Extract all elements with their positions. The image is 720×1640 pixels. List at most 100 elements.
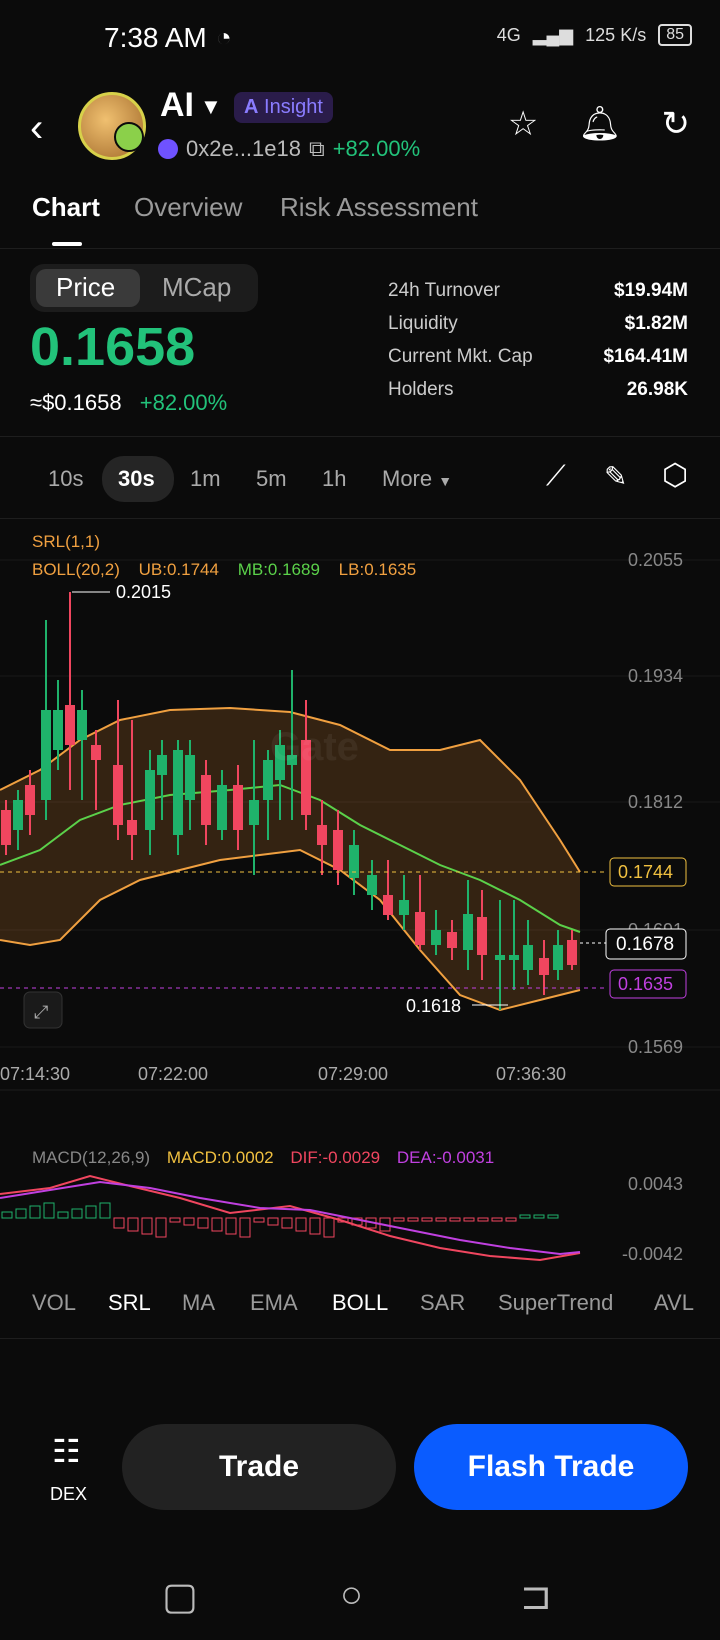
- toggle-price[interactable]: Price: [56, 272, 115, 303]
- macd-name: MACD(12,26,9): [32, 1148, 151, 1167]
- back-nav-icon[interactable]: ⊐: [520, 1574, 552, 1619]
- bell-icon[interactable]: 🔔︎: [578, 104, 621, 144]
- dea-value: DEA:-0.0031: [396, 1148, 495, 1167]
- stat-value: 26.98K: [626, 379, 688, 400]
- stats-panel: 24h Turnover $19.94M Liquidity $1.82M Curr…: [388, 280, 688, 412]
- watermark: Gate: [270, 725, 359, 769]
- dex-label[interactable]: DEX: [50, 1484, 87, 1505]
- price-mcap-toggle[interactable]: Price MCap: [30, 264, 258, 312]
- settings-icon[interactable]: ⬡: [662, 458, 688, 493]
- stat-label: Current Mkt. Cap: [388, 346, 533, 367]
- bottom-action-bar: ☷ DEX Trade Flash Trade: [0, 1400, 720, 1530]
- candle-body: [463, 914, 473, 950]
- candle-body: [399, 900, 409, 915]
- toggle-mcap[interactable]: MCap: [162, 272, 231, 303]
- stat-turnover: 24h Turnover $19.94M: [388, 280, 688, 313]
- ind-ma[interactable]: MA: [182, 1290, 215, 1316]
- macd-tick: 0.0043: [628, 1174, 683, 1194]
- macd-bar: [29, 1205, 41, 1219]
- share-icon[interactable]: ↻: [662, 104, 691, 144]
- candle-body: [447, 932, 457, 948]
- home-icon[interactable]: ○: [340, 1574, 363, 1617]
- y-tick: 0.2055: [628, 550, 683, 570]
- chain-icon: [158, 139, 178, 159]
- flash-trade-button[interactable]: Flash Trade: [414, 1424, 688, 1510]
- ind-srl[interactable]: SRL: [108, 1290, 151, 1316]
- candle-body: [539, 958, 549, 975]
- candle-body: [553, 945, 563, 970]
- usd-change: +82.00%: [139, 390, 228, 415]
- macd-bar: [519, 1214, 531, 1219]
- high-annotation: 0.2015: [116, 582, 171, 602]
- stat-holders: Holders 26.98K: [388, 379, 688, 412]
- header-actions: ☆ 🔔︎ ↻: [508, 104, 690, 144]
- insight-badge[interactable]: A Insight: [234, 92, 333, 123]
- x-tick: 07:22:00: [138, 1064, 208, 1084]
- candle-body: [127, 820, 137, 835]
- speed-label: 125 K/s: [585, 24, 647, 45]
- tab-overview[interactable]: Overview: [134, 192, 242, 223]
- trade-button[interactable]: Trade: [122, 1424, 396, 1510]
- y-tick: 0.1812: [628, 792, 683, 812]
- stat-value: $1.82M: [624, 313, 688, 334]
- leaf-badge-icon: [114, 122, 144, 152]
- token-name[interactable]: AI: [160, 86, 194, 125]
- candle-body: [77, 710, 87, 740]
- interval-1m[interactable]: 1m: [190, 466, 221, 492]
- interval-more[interactable]: More ▼: [382, 466, 452, 492]
- chevron-down-icon[interactable]: ▼: [200, 94, 222, 120]
- expand-glyph: ⤢: [34, 1002, 49, 1022]
- candle-body: [249, 800, 259, 825]
- copy-icon[interactable]: ⧉: [309, 136, 325, 162]
- signal-icon: ▂▄▆: [532, 24, 574, 45]
- system-nav-bar: ▢ ○ ⊐: [0, 1560, 720, 1640]
- ind-sar[interactable]: SAR: [420, 1290, 465, 1316]
- tab-risk-assessment[interactable]: Risk Assessment: [280, 192, 478, 223]
- macd-tick: -0.0042: [622, 1244, 683, 1264]
- candle-body: [317, 825, 327, 845]
- interval-5m[interactable]: 5m: [256, 466, 287, 492]
- status-bar: 7:38 AM ◔ 4G ▂▄▆ 125 K/s 85: [0, 0, 720, 80]
- ub-tag: 0.1744: [618, 862, 673, 882]
- candle-body: [415, 912, 425, 945]
- recents-icon[interactable]: ▢: [162, 1574, 198, 1619]
- stat-label: Holders: [388, 379, 454, 400]
- candle-body: [495, 955, 505, 960]
- candle-body: [41, 710, 51, 800]
- macd-value: MACD:0.0002: [166, 1148, 274, 1167]
- dex-icon[interactable]: ☷: [52, 1432, 81, 1470]
- ind-boll[interactable]: BOLL: [332, 1290, 388, 1316]
- star-icon[interactable]: ☆: [508, 104, 538, 144]
- interval-30s[interactable]: 30s: [118, 466, 155, 492]
- candle-body: [523, 945, 533, 970]
- pencil-icon[interactable]: ✎: [604, 460, 627, 493]
- interval-10s[interactable]: 10s: [48, 466, 83, 492]
- ind-avl[interactable]: AVL: [654, 1290, 694, 1316]
- candle-body: [509, 955, 519, 960]
- candle-body: [113, 765, 123, 825]
- last-price-tag: 0.1678: [616, 934, 674, 955]
- status-time: 7:38 AM: [104, 22, 207, 53]
- macd-bar: [295, 1217, 307, 1232]
- candle-body: [333, 830, 343, 870]
- macd-bar: [85, 1205, 97, 1219]
- indicator-icon[interactable]: ⟋: [546, 460, 566, 493]
- tab-underline: [52, 242, 82, 246]
- candle-body: [383, 895, 393, 915]
- battery-icon: 85: [658, 24, 692, 46]
- candle-body: [25, 785, 35, 815]
- indicator-selector: VOL SRL MA EMA BOLL SAR SuperTrend AVL: [0, 1272, 720, 1339]
- macd-legend: MACD(12,26,9) MACD:0.0002 DIF:-0.0029 DE…: [32, 1148, 494, 1168]
- back-icon[interactable]: ‹: [30, 108, 43, 148]
- tab-chart[interactable]: Chart: [32, 192, 100, 223]
- macd-bar: [547, 1214, 559, 1219]
- price-chart[interactable]: 0.2015 0.1618 Gate 0.2055 0.1934 0.1812 …: [0, 500, 720, 1140]
- stat-label: Liquidity: [388, 313, 458, 334]
- candle-body: [65, 705, 75, 745]
- ind-vol[interactable]: VOL: [32, 1290, 76, 1316]
- ind-ema[interactable]: EMA: [250, 1290, 298, 1316]
- ind-supertrend[interactable]: SuperTrend: [498, 1290, 613, 1316]
- token-address: 0x2e...1e18: [186, 136, 301, 161]
- stat-value: $19.94M: [614, 280, 688, 301]
- interval-1h[interactable]: 1h: [322, 466, 346, 492]
